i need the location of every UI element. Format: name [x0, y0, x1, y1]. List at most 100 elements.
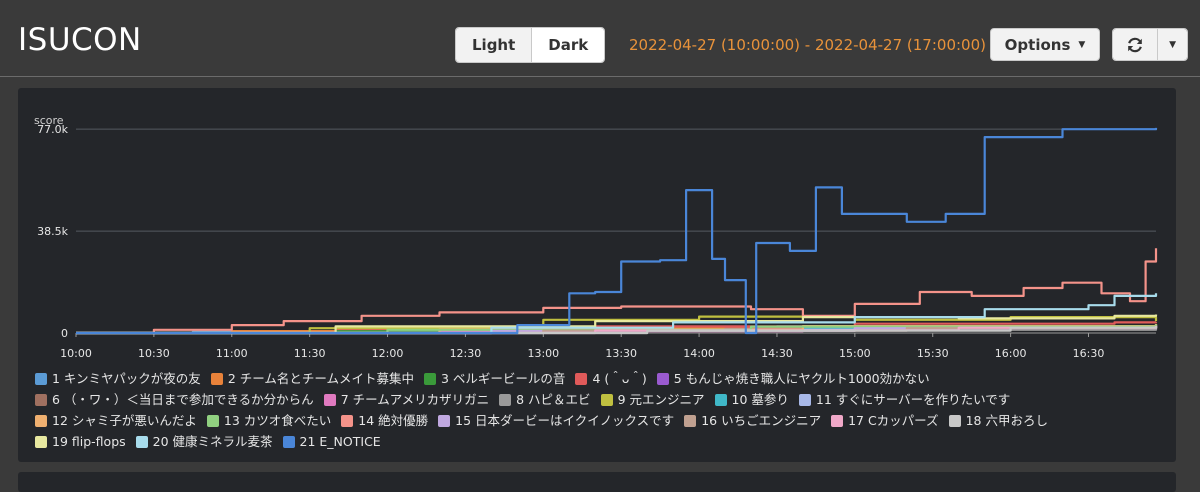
- legend-swatch: [135, 435, 148, 448]
- legend-swatch: [600, 393, 613, 406]
- legend-swatch: [656, 372, 669, 385]
- legend-row: 1 キンミヤパックが夜の友 2 チーム名とチームメイト募集中 3 ベルギービールの音…: [35, 368, 1175, 389]
- x-tick-label: 13:00: [527, 347, 559, 360]
- refresh-icon: [1128, 37, 1142, 52]
- legend-label: 14 絶対優勝: [358, 413, 429, 428]
- theme-toggle: Light Dark: [455, 27, 606, 63]
- legend-row: 12 シャミ子が悪いんだよ 13 カツオ食べたい 14 絶対優勝 15 日本ダービーは…: [35, 410, 1175, 431]
- legend-label: 1 キンミヤパックが夜の友: [52, 371, 201, 386]
- legend-item[interactable]: 1 キンミヤパックが夜の友: [35, 368, 201, 389]
- legend-item[interactable]: 2 チーム名とチームメイト募集中: [210, 368, 414, 389]
- x-tick-label: 10:00: [60, 347, 92, 360]
- legend-swatch: [831, 414, 844, 427]
- legend-item[interactable]: 18 六甲おろし: [948, 410, 1048, 431]
- legend-label: 17 Cカッパーズ: [848, 413, 939, 428]
- legend-swatch: [35, 435, 47, 448]
- legend-item[interactable]: 7 チームアメリカザリガニ: [323, 389, 490, 410]
- top-bar: ISUCON Light Dark 2022-04-27 (10:00:00) …: [0, 0, 1200, 77]
- legend-label: 7 チームアメリカザリガニ: [340, 392, 490, 407]
- legend-label: 16 いちごエンジニア: [701, 413, 822, 428]
- legend-label: 12 シャミ子が悪いんだよ: [52, 413, 197, 428]
- x-tick-label: 16:30: [1073, 347, 1105, 360]
- x-tick-label: 15:00: [839, 347, 871, 360]
- x-tick-label: 14:30: [761, 347, 793, 360]
- legend-label: 20 健康ミネラル麦茶: [152, 434, 273, 449]
- legend-swatch: [35, 393, 47, 406]
- options-label: Options: [1004, 35, 1071, 54]
- dark-theme-button[interactable]: Dark: [531, 28, 605, 62]
- legend-swatch: [210, 372, 223, 385]
- y-tick-label: 77.0k: [37, 123, 68, 136]
- legend-item[interactable]: 16 いちごエンジニア: [684, 410, 821, 431]
- legend-swatch: [206, 414, 219, 427]
- legend-label: 10 墓参り: [731, 392, 789, 407]
- legend-swatch: [323, 393, 336, 406]
- x-tick-label: 15:30: [917, 347, 949, 360]
- legend-item[interactable]: 20 健康ミネラル麦茶: [135, 431, 273, 452]
- x-tick-label: 13:30: [605, 347, 637, 360]
- legend-item[interactable]: 21 E_NOTICE: [282, 431, 381, 452]
- legend-swatch: [499, 393, 512, 406]
- series-line-21: [76, 127, 1158, 335]
- legend-label: 9 元エンジニア: [617, 392, 705, 407]
- x-tick-label: 14:00: [683, 347, 715, 360]
- caret-down-icon: ▼: [1169, 39, 1177, 50]
- x-tick-label: 12:00: [372, 347, 404, 360]
- x-tick-label: 16:00: [995, 347, 1027, 360]
- legend-swatch: [798, 393, 811, 406]
- legend-row: 6 （・ワ・）＜当日まで参加できるか分からん 7 チームアメリカザリガニ 8 ハピ＆…: [35, 389, 1175, 410]
- legend-item[interactable]: 6 （・ワ・）＜当日まで参加できるか分からん: [35, 389, 314, 410]
- legend-label: 4 (＾ᴗ＾): [592, 371, 647, 386]
- legend-item[interactable]: 12 シャミ子が悪いんだよ: [35, 410, 197, 431]
- legend-label: 15 日本ダービーはイクイノックスです: [455, 413, 675, 428]
- legend-item[interactable]: 13 カツオ食べたい: [206, 410, 332, 431]
- legend-item[interactable]: 8 ハピ＆エビ: [499, 389, 591, 410]
- legend-swatch: [684, 414, 697, 427]
- options-button[interactable]: Options ▼: [990, 28, 1100, 61]
- legend-label: 18 六甲おろし: [965, 413, 1048, 428]
- x-tick-label: 11:00: [216, 347, 248, 360]
- legend-swatch: [948, 414, 961, 427]
- legend-swatch: [575, 372, 588, 385]
- legend-label: 21 E_NOTICE: [299, 434, 381, 449]
- legend-row: 19 flip-flops 20 健康ミネラル麦茶 21 E_NOTICE: [35, 431, 1175, 452]
- legend-label: 3 ベルギービールの音: [441, 371, 566, 386]
- refresh-interval-dropdown[interactable]: ▼: [1157, 29, 1187, 60]
- score-chart: score038.5k77.0k10:00 10:30 11:00 11:30 12:0…: [34, 114, 1158, 360]
- y-tick-label: 38.5k: [37, 225, 68, 238]
- legend-swatch: [424, 372, 436, 385]
- legend-label: 2 チーム名とチームメイト募集中: [227, 371, 414, 386]
- legend-label: 8 ハピ＆エビ: [516, 392, 591, 407]
- legend-item[interactable]: 3 ベルギービールの音: [424, 368, 565, 389]
- legend-item[interactable]: 5 もんじゃ焼き職人にヤクルト1000効かない: [656, 368, 930, 389]
- legend-swatch: [35, 372, 47, 385]
- legend-item[interactable]: 9 元エンジニア: [600, 389, 705, 410]
- legend-item[interactable]: 14 絶対優勝: [341, 410, 428, 431]
- legend-item[interactable]: 11 すぐにサーバーを作りたいです: [798, 389, 1011, 410]
- refresh-button-group: ▼: [1112, 28, 1188, 61]
- legend-label: 5 もんじゃ焼き職人にヤクルト1000効かない: [673, 371, 930, 386]
- app-title: ISUCON: [18, 22, 142, 58]
- legend-item[interactable]: 19 flip-flops: [35, 431, 126, 452]
- second-panel: [18, 472, 1176, 492]
- legend-label: 19 flip-flops: [52, 434, 126, 449]
- refresh-button[interactable]: [1113, 29, 1158, 60]
- time-range-label: 2022-04-27 (10:00:00) - 2022-04-27 (17:0…: [629, 36, 986, 54]
- x-tick-label: 12:30: [450, 347, 482, 360]
- legend-item[interactable]: 17 Cカッパーズ: [831, 410, 939, 431]
- legend-item[interactable]: 15 日本ダービーはイクイノックスです: [438, 410, 674, 431]
- y-tick-label: 0: [61, 327, 68, 340]
- legend-swatch: [438, 414, 451, 427]
- light-theme-button[interactable]: Light: [456, 28, 532, 62]
- legend-item[interactable]: 10 墓参り: [714, 389, 789, 410]
- legend-swatch: [282, 435, 295, 448]
- legend-label: 13 カツオ食べたい: [223, 413, 332, 428]
- legend-label: 6 （・ワ・）＜当日まで参加できるか分からん: [52, 392, 314, 407]
- legend-swatch: [714, 393, 727, 406]
- legend-item[interactable]: 4 (＾ᴗ＾): [575, 368, 647, 389]
- caret-down-icon: ▼: [1078, 39, 1086, 50]
- x-tick-label: 10:30: [138, 347, 170, 360]
- time-range-picker[interactable]: 2022-04-27 (10:00:00) - 2022-04-27 (17:0…: [629, 36, 999, 54]
- chart-legend: 1 キンミヤパックが夜の友 2 チーム名とチームメイト募集中 3 ベルギービールの音…: [35, 368, 1175, 452]
- legend-label: 11 すぐにサーバーを作りたいです: [815, 392, 1011, 407]
